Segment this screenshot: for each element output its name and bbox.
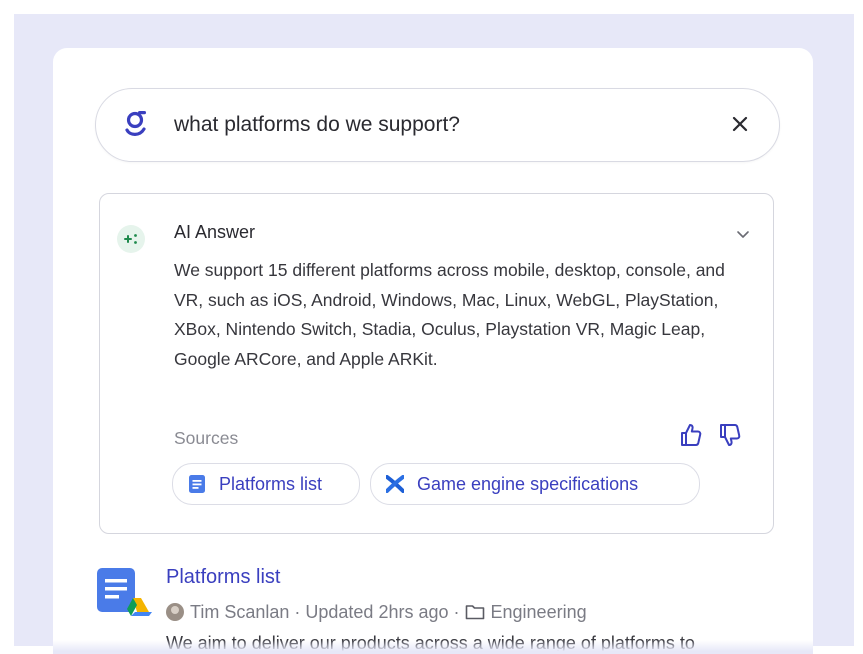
search-card: what platforms do we support? AI Answer …: [53, 48, 813, 654]
sparkle-icon: [117, 225, 145, 253]
source-chip-game-engine-specifications[interactable]: Game engine specifications: [370, 463, 700, 505]
search-bar[interactable]: what platforms do we support?: [95, 88, 780, 162]
search-input[interactable]: what platforms do we support?: [174, 113, 460, 137]
glean-logo-icon: [125, 111, 146, 136]
result-updated: Updated 2hrs ago: [305, 602, 449, 622]
thumbs-up-icon[interactable]: [679, 422, 703, 448]
bottom-fade: [53, 640, 813, 654]
confluence-icon: [386, 475, 404, 493]
ai-answer-panel: AI Answer We support 15 different platfo…: [99, 193, 774, 534]
ai-answer-text: We support 15 different platforms across…: [174, 260, 725, 369]
ai-answer-title: AI Answer: [174, 222, 256, 242]
source-chip-label: Game engine specifications: [417, 474, 639, 494]
result-author: Tim Scanlan: [190, 602, 290, 622]
google-docs-icon: [97, 568, 152, 616]
folder-icon: [465, 605, 484, 620]
source-chip-label: Platforms list: [219, 474, 323, 494]
sources-label: Sources: [174, 428, 239, 448]
result-folder: Engineering: [490, 602, 587, 622]
result-title-link[interactable]: Platforms list: [166, 566, 280, 589]
result-meta: Tim Scanlan · Updated 2hrs ago · Enginee…: [166, 602, 587, 626]
close-icon[interactable]: [727, 111, 753, 137]
thumbs-down-icon[interactable]: [718, 422, 742, 448]
source-chip-platforms-list[interactable]: Platforms list: [172, 463, 360, 505]
chevron-down-icon[interactable]: [735, 226, 751, 242]
google-docs-icon: [189, 475, 205, 493]
avatar: [166, 603, 184, 621]
